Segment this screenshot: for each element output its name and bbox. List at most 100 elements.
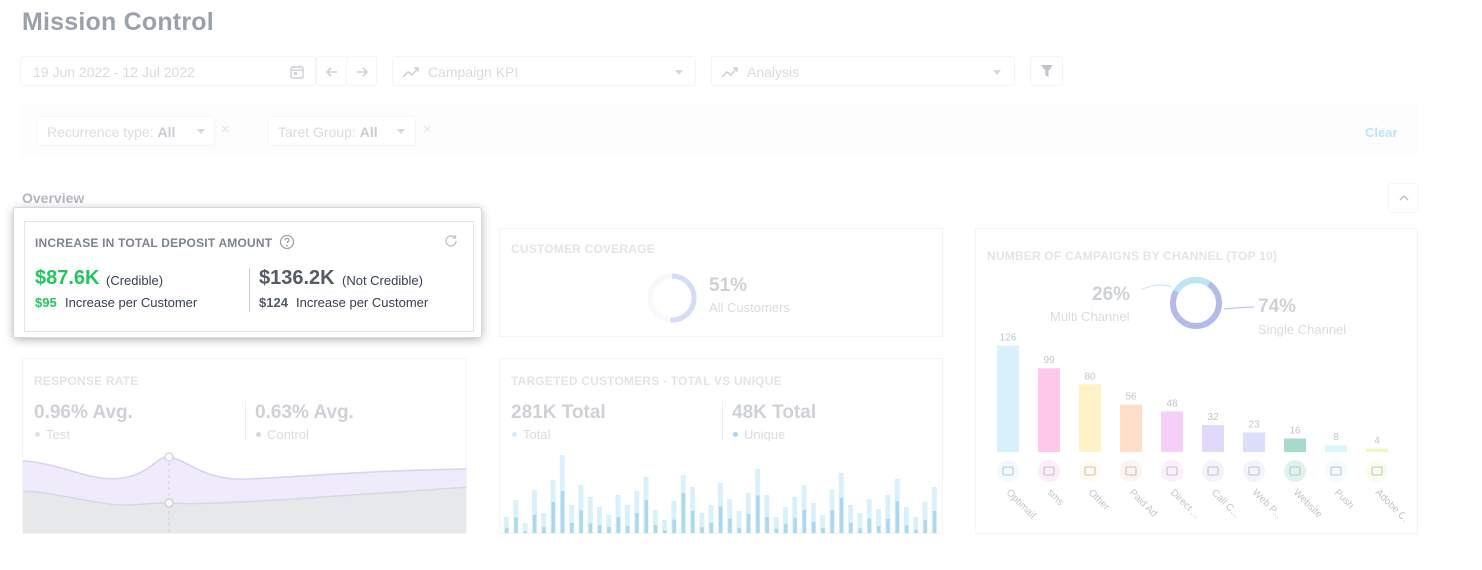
- card-title: CUSTOMER COVERAGE: [511, 242, 655, 256]
- channel-bar-value: 80: [1084, 371, 1096, 382]
- chevron-up-icon: [1399, 194, 1409, 201]
- response-rate-area-chart: [23, 452, 466, 533]
- recurrence-type-filter[interactable]: Recurrence type: All: [37, 116, 215, 146]
- not-credible-per-customer-label: Increase per Customer: [296, 295, 429, 310]
- channel-bar: [1284, 438, 1306, 452]
- unique-bar: [895, 501, 900, 533]
- unique-bar: [746, 514, 751, 533]
- unique-bar: [830, 510, 834, 533]
- targeted-customers-card: TARGETED CUSTOMERS - TOTAL VS UNIQUE 281…: [499, 358, 943, 534]
- filter-button[interactable]: [1030, 56, 1063, 86]
- next-period-button[interactable]: [346, 56, 377, 86]
- chevron-down-icon: [993, 70, 1001, 75]
- kpi-select[interactable]: Campaign KPI: [392, 56, 696, 86]
- channel-bar: [1120, 404, 1142, 452]
- unique-bar: [663, 530, 667, 533]
- unique-bar: [560, 491, 565, 533]
- unique-bar: [867, 518, 872, 533]
- unique-customers-value: 48K Total: [732, 402, 817, 423]
- total-legend-dot: [512, 432, 517, 437]
- not-credible-label: (Not Credible): [342, 273, 423, 288]
- unique-bar: [579, 510, 583, 533]
- analysis-select-value: Analysis: [747, 64, 800, 80]
- channel-bar-value: 99: [1043, 355, 1055, 366]
- unique-bar: [811, 522, 816, 533]
- trend-icon: [402, 67, 419, 78]
- eraser-icon: [1161, 460, 1183, 482]
- unique-bar: [570, 523, 574, 533]
- channel-bar-value: 32: [1207, 412, 1219, 423]
- unique-bar: [904, 525, 909, 533]
- prev-period-button[interactable]: [316, 56, 347, 86]
- unique-bar: [802, 510, 807, 533]
- refresh-icon[interactable]: [443, 233, 459, 249]
- unique-bar: [858, 528, 862, 533]
- remove-target-filter-icon[interactable]: ×: [423, 121, 432, 138]
- coverage-ring: [647, 273, 697, 323]
- unique-bar: [793, 517, 797, 533]
- unique-bar: [514, 517, 518, 533]
- total-customers-value: 281K Total: [511, 402, 606, 423]
- unique-bar: [523, 531, 528, 533]
- unique-bar: [653, 525, 658, 533]
- test-legend-dot: [35, 432, 40, 437]
- channel-category-label: Push: [1332, 487, 1356, 511]
- channel-bar: [1366, 448, 1388, 452]
- unique-bar: [616, 517, 621, 533]
- unique-bar: [607, 527, 611, 533]
- control-rate-value: 0.63% Avg.: [255, 402, 354, 423]
- unique-bar: [644, 500, 648, 533]
- remove-recurrence-filter-icon[interactable]: ×: [221, 121, 230, 138]
- analysis-select[interactable]: Analysis: [711, 56, 1015, 86]
- overview-heading: Overview: [22, 190, 85, 206]
- unique-bar: [588, 523, 593, 533]
- credible-label: (Credible): [106, 273, 164, 288]
- headset-icon: [1202, 460, 1224, 482]
- filter-icon: [1041, 65, 1053, 77]
- calendar-icon[interactable]: [289, 64, 305, 80]
- channel-category-label: Adobe C...: [1373, 487, 1405, 528]
- target-group-filter[interactable]: Taret Group: All: [268, 116, 416, 146]
- trend-icon: [721, 67, 738, 78]
- unique-bar: [849, 523, 853, 533]
- clear-filters-link[interactable]: Clear: [1365, 125, 1398, 140]
- channel-bar-value: 23: [1248, 420, 1260, 431]
- channel-category-label: sms: [1045, 487, 1066, 508]
- channel-bar: [1243, 432, 1265, 452]
- unique-bar: [598, 525, 602, 533]
- collapse-overview-button[interactable]: [1388, 183, 1419, 213]
- chat-icon: [1038, 460, 1060, 482]
- mail-icon: [997, 460, 1019, 482]
- unique-bar: [839, 497, 844, 533]
- unique-legend-dot: [733, 432, 738, 437]
- unique-bar: [542, 527, 546, 533]
- multi-channel-label: Multi Channel: [1050, 309, 1130, 324]
- card-title: RESPONSE RATE: [34, 374, 139, 388]
- not-credible-amount: $136.2K: [259, 267, 335, 289]
- channel-category-label: Website: [1291, 487, 1325, 521]
- mail-icon: [1366, 460, 1388, 482]
- ad-icon: [1120, 460, 1142, 482]
- unique-bar: [709, 523, 714, 533]
- credible-amount: $87.6K: [35, 267, 100, 289]
- channel-bar-value: 56: [1125, 392, 1137, 403]
- chat-bubble-icon: [1284, 460, 1306, 482]
- channel-bar-value: 4: [1374, 436, 1380, 447]
- response-rate-card: RESPONSE RATE 0.96% Avg. Test 0.63% Avg.…: [22, 358, 467, 534]
- campaigns-by-channel-chart: 126Optimail99sms80Other56Paid Ad48Direct…: [997, 332, 1405, 529]
- card-title: INCREASE IN TOTAL DEPOSIT AMOUNT: [35, 236, 273, 250]
- channel-bar-value: 48: [1166, 398, 1178, 409]
- control-rate-label: Control: [267, 427, 309, 442]
- mobile-icon: [1325, 460, 1347, 482]
- channel-category-label: Paid Ad: [1127, 487, 1159, 519]
- unique-bar: [728, 518, 732, 533]
- unique-bar: [886, 519, 890, 533]
- test-rate-label: Test: [46, 427, 70, 442]
- channel-bar-value: 126: [1000, 332, 1017, 343]
- channel-bar: [1161, 411, 1183, 452]
- credible-per-customer-value: $95: [35, 295, 57, 310]
- channel-bar-value: 16: [1289, 425, 1301, 436]
- help-icon[interactable]: [279, 234, 295, 250]
- date-range-picker[interactable]: 19 Jun 2022 - 12 Jul 2022: [20, 56, 316, 86]
- bell-icon: [1079, 460, 1101, 482]
